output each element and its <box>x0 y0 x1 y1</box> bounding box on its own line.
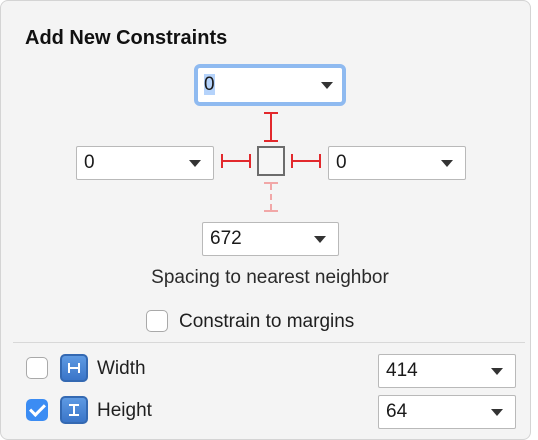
height-value: 64 <box>386 401 408 422</box>
chevron-down-icon[interactable] <box>189 159 201 167</box>
panel-title: Add New Constraints <box>25 27 228 49</box>
chevron-down-icon[interactable] <box>491 408 503 416</box>
add-constraints-panel: Add New Constraints 0 0 0 672 Spacing to… <box>0 0 531 440</box>
width-checkbox[interactable] <box>26 357 48 379</box>
leading-spacing-combo[interactable]: 0 <box>76 146 214 180</box>
chevron-down-icon[interactable] <box>321 81 333 89</box>
height-value-combo[interactable]: 64 <box>378 395 516 429</box>
height-checkbox[interactable] <box>26 399 48 421</box>
chevron-down-icon[interactable] <box>441 159 453 167</box>
bottom-spacing-combo[interactable]: 672 <box>202 222 339 256</box>
width-value-combo[interactable]: 414 <box>378 354 516 388</box>
leading-spacing-value: 0 <box>84 152 95 173</box>
view-box <box>257 146 285 176</box>
trailing-constraint-strut[interactable] <box>291 154 321 168</box>
top-constraint-strut[interactable] <box>264 112 278 142</box>
leading-constraint-strut[interactable] <box>221 154 251 168</box>
bottom-spacing-value: 672 <box>210 228 242 249</box>
bottom-constraint-strut[interactable] <box>264 182 278 212</box>
chevron-down-icon[interactable] <box>314 235 326 243</box>
height-label: Height <box>97 400 152 421</box>
trailing-spacing-combo[interactable]: 0 <box>328 146 466 180</box>
width-value: 414 <box>386 360 418 381</box>
width-icon <box>60 354 88 382</box>
width-label: Width <box>97 358 146 379</box>
top-spacing-combo[interactable]: 0 <box>194 64 346 106</box>
constrain-to-margins-checkbox[interactable] <box>146 310 168 332</box>
constrain-to-margins-label: Constrain to margins <box>179 311 355 332</box>
trailing-spacing-value: 0 <box>336 152 347 173</box>
top-spacing-value: 0 <box>204 74 215 95</box>
spacing-caption: Spacing to nearest neighbor <box>151 267 389 288</box>
chevron-down-icon[interactable] <box>491 367 503 375</box>
constraint-widget <box>219 106 321 218</box>
height-icon <box>60 396 88 424</box>
section-divider <box>13 342 525 343</box>
